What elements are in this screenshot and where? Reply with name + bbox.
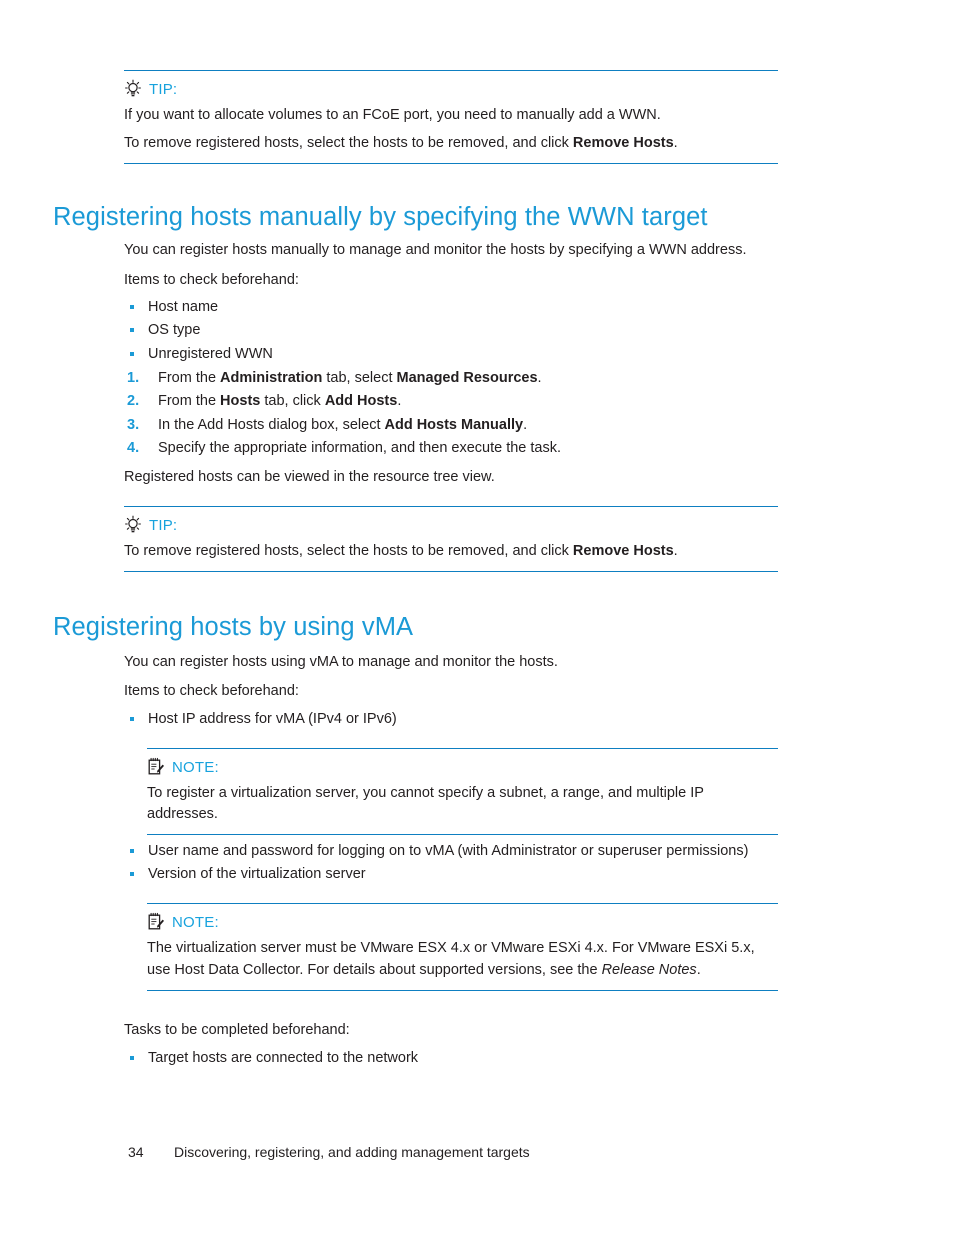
document-page: TIP: If you want to allocate volumes to … <box>0 0 954 1235</box>
callout-top-rule <box>124 506 778 507</box>
callout-label: TIP: <box>149 516 178 534</box>
step-text-bold2: Add Hosts <box>324 393 398 410</box>
step-number: 3. <box>127 416 140 433</box>
section2-tasks-label: Tasks to be completed beforehand: <box>124 1022 350 1038</box>
step-text-mid: tab, select <box>322 370 397 386</box>
step-text-pre: From the <box>158 393 221 410</box>
lightbulb-icon <box>124 79 142 99</box>
page-footer: 34 Discovering, registering, and adding … <box>128 1144 530 1160</box>
note2-line2-prefix: use Host Data Collector. For details abo… <box>147 962 602 979</box>
note2-line2-italic: Release Notes <box>601 962 697 979</box>
step-number: 1. <box>127 370 140 386</box>
step-item-3: 3. In the Add Hosts dialog box, select Ad… <box>124 414 804 437</box>
step-text-bold1: Administration <box>220 370 323 386</box>
section-heading-wwn: Registering hosts manually by specifying… <box>53 203 708 231</box>
list-item: Host name <box>124 296 774 319</box>
section2-bullet-list-1: Host IP address for vMA (IPv4 or IPv6) <box>124 708 774 731</box>
section2-tasks-bullet-list: Target hosts are connected to the networ… <box>124 1047 774 1070</box>
step-item-1: 1. From the Administration tab, select Ma… <box>124 367 804 390</box>
list-item: Version of the virtualization server <box>124 863 804 886</box>
lightbulb-icon <box>124 515 142 535</box>
note1-text: To register a virtualization server, you… <box>147 785 704 823</box>
step-text-post: . <box>397 393 402 410</box>
section1-checklist-label: Items to check beforehand: <box>124 272 299 288</box>
step-text-pre: Specify the appropriate information, and… <box>158 440 562 457</box>
step-text-mid: tab, click <box>260 393 325 410</box>
list-item: Host IP address for vMA (IPv4 or IPv6) <box>124 708 774 731</box>
tip2-line1-bold: Remove Hosts <box>572 543 674 559</box>
callout-top-rule <box>147 903 778 904</box>
tip-callout-2: TIP: To remove registered hosts, select … <box>124 506 778 573</box>
section2-checklist-label: Items to check beforehand: <box>124 683 299 699</box>
tip2-line1-suffix: . <box>673 543 678 559</box>
note2-line2-suffix: . <box>696 962 701 979</box>
page-number: 34 <box>128 1144 144 1160</box>
callout-body: The virtualization server must be VMware… <box>147 938 778 981</box>
callout-bottom-rule <box>124 163 778 165</box>
step-text-bold2: Add Hosts Manually <box>384 416 524 433</box>
footer-chapter-title: Discovering, registering, and adding man… <box>174 1144 530 1160</box>
callout-bottom-rule <box>147 990 778 992</box>
callout-body: To remove registered hosts, select the h… <box>124 541 778 562</box>
callout-label: NOTE: <box>172 913 219 931</box>
step-text-pre: In the Add Hosts dialog box, select <box>158 416 385 433</box>
notepad-icon <box>147 912 165 932</box>
tip1-line2-suffix: . <box>673 135 678 152</box>
note2-line-1: The virtualization server must be VMware… <box>147 940 755 956</box>
note2-line-2: use Host Data Collector. For details abo… <box>147 960 778 981</box>
step-item-4: 4. Specify the appropriate information, a… <box>124 437 804 460</box>
callout-top-rule <box>147 748 778 749</box>
step-text-post: . <box>537 370 542 386</box>
step-text-bold1: Hosts <box>220 393 261 410</box>
tip-callout-1: TIP: If you want to allocate volumes to … <box>124 70 778 165</box>
callout-header: NOTE: <box>147 756 778 778</box>
step-text-bold2: Managed Resources <box>396 370 538 386</box>
note-callout-2: NOTE: The virtualization server must be … <box>147 903 778 992</box>
callout-header: TIP: <box>124 514 778 536</box>
callout-body: To register a virtualization server, you… <box>147 783 778 825</box>
section2-bullet-list-2: User name and password for logging on to… <box>124 840 804 887</box>
callout-body: If you want to allocate volumes to an FC… <box>124 105 778 154</box>
section-heading-vma: Registering hosts by using vMA <box>53 613 414 641</box>
callout-header: TIP: <box>124 78 778 100</box>
step-text-post: . <box>523 416 528 433</box>
callout-bottom-rule <box>124 571 778 573</box>
section2-intro: You can register hosts using vMA to mana… <box>124 654 558 670</box>
tip1-line-2: To remove registered hosts, select the h… <box>124 133 778 154</box>
note-callout-1: NOTE: To register a virtualization serve… <box>147 748 778 836</box>
list-item: Unregistered WWN <box>124 343 774 366</box>
section1-bullet-list: Host name OS type Unregistered WWN <box>124 296 774 366</box>
section1-step-list: 1. From the Administration tab, select Ma… <box>124 367 804 461</box>
callout-top-rule <box>124 70 778 71</box>
callout-label: NOTE: <box>172 758 219 776</box>
list-item: Target hosts are connected to the networ… <box>124 1047 774 1070</box>
tip1-line2-prefix: To remove registered hosts, select the h… <box>124 135 573 152</box>
callout-header: NOTE: <box>147 911 778 933</box>
tip2-line-1: To remove registered hosts, select the h… <box>124 541 778 562</box>
tip1-line2-bold: Remove Hosts <box>572 135 674 152</box>
tip2-line1-prefix: To remove registered hosts, select the h… <box>124 543 573 559</box>
step-text-pre: From the <box>158 370 221 386</box>
list-item: OS type <box>124 319 774 342</box>
step-item-2: 2. From the Hosts tab, click Add Hosts. <box>124 390 804 413</box>
tip1-line-1: If you want to allocate volumes to an FC… <box>124 107 661 123</box>
callout-bottom-rule <box>147 834 778 836</box>
section1-closing: Registered hosts can be viewed in the re… <box>124 469 495 485</box>
list-item: User name and password for logging on to… <box>124 840 804 863</box>
step-number: 2. <box>127 393 140 410</box>
step-number: 4. <box>127 440 140 457</box>
callout-label: TIP: <box>149 80 178 98</box>
notepad-icon <box>147 757 165 777</box>
section1-intro: You can register hosts manually to manag… <box>124 242 747 258</box>
